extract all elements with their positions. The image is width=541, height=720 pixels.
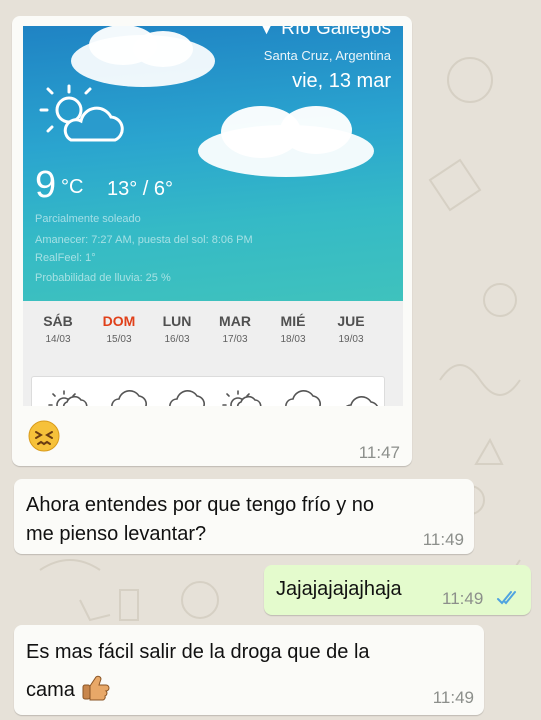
incoming-message[interactable]: Es mas fácil salir de la droga que de la… <box>14 625 484 715</box>
partly-sunny-icon <box>222 390 262 406</box>
forecast-day-name: MAR <box>219 313 251 329</box>
forecast-day-date: 17/03 <box>222 334 248 345</box>
message-text-line: cama <box>26 679 75 701</box>
message-text-line: me pienso levantar? <box>26 523 207 545</box>
message-text-line: Es mas fácil salir de la droga que de la <box>26 641 370 663</box>
rain-probability-label: Probabilidad de lluvia: 25 % <box>35 272 171 284</box>
incoming-message[interactable]: Ahora entendes por que tengo frío y no m… <box>14 479 474 554</box>
sunrise-sunset-label: Amanecer: 7:27 AM, puesta del sol: 8:06 … <box>35 234 253 246</box>
current-temperature: 9 <box>35 164 57 206</box>
forecast-day-name: MIÉ <box>280 313 306 329</box>
date-label: vie, 13 mar <box>292 70 391 92</box>
read-double-check-icon <box>497 591 516 605</box>
forecast-day-name: JUE <box>337 313 365 329</box>
forecast-day-date: 15/03 <box>106 334 132 345</box>
forecast-day-date: 18/03 <box>280 334 306 345</box>
image-message[interactable]: ▼ Río Gallegos Santa Cruz, Argentina vie… <box>12 16 412 466</box>
cloud-icon <box>285 390 321 406</box>
city-name: ▼ Río Gallegos <box>257 26 391 40</box>
forecast-day: SÁB 14/03 <box>28 313 88 345</box>
forecast-day-date: 19/03 <box>338 334 364 345</box>
forecast-strip: SÁB 14/03 DOM 15/03 LUN 16/03 MAR 17/03 … <box>23 301 403 406</box>
high-low-temperature: 13° / 6° <box>107 178 174 200</box>
partly-sunny-icon <box>39 84 124 142</box>
location-pin-icon: ▼ <box>257 26 276 39</box>
temperature-unit: °C <box>61 176 84 198</box>
thumbs-up-icon <box>82 675 110 701</box>
city-label: Río Gallegos <box>281 26 391 39</box>
weather-sky-panel: ▼ Río Gallegos Santa Cruz, Argentina vie… <box>23 26 403 301</box>
weather-card[interactable]: ▼ Río Gallegos Santa Cruz, Argentina vie… <box>23 26 403 406</box>
cloud-icon <box>346 396 378 406</box>
message-time: 11:49 <box>422 530 464 549</box>
forecast-day-name: SÁB <box>43 313 73 329</box>
forecast-day: MIÉ 18/03 <box>263 313 323 345</box>
condition-label: Parcialmente soleado <box>35 213 141 225</box>
forecast-day: LUN 16/03 <box>147 313 207 345</box>
persevering-face-icon <box>28 420 60 452</box>
message-time: 11:49 <box>442 589 484 608</box>
cloud-icon <box>111 390 147 406</box>
message-text: Jajajajajajhaja <box>276 578 402 600</box>
forecast-day-date: 14/03 <box>45 334 71 345</box>
message-text-line: Ahora entendes por que tengo frío y no <box>26 494 375 516</box>
outgoing-message[interactable]: Jajajajajajhaja 11:49 <box>264 565 531 615</box>
realfeel-label: RealFeel: 1° <box>35 252 96 264</box>
forecast-day-name: LUN <box>162 313 192 329</box>
cloud-icon <box>169 390 205 406</box>
partly-sunny-icon <box>48 390 88 406</box>
message-time: 11:49 <box>432 688 474 707</box>
forecast-icons-panel <box>31 376 385 406</box>
cloud-decoration-icon <box>198 106 374 177</box>
forecast-day-date: 16/03 <box>164 334 190 345</box>
forecast-day: JUE 19/03 <box>321 313 381 345</box>
forecast-day: MAR 17/03 <box>205 313 265 345</box>
region-label: Santa Cruz, Argentina <box>263 48 391 63</box>
forecast-day-name: DOM <box>102 313 136 329</box>
message-time: 11:47 <box>358 443 400 462</box>
forecast-day: DOM 15/03 <box>89 313 149 345</box>
